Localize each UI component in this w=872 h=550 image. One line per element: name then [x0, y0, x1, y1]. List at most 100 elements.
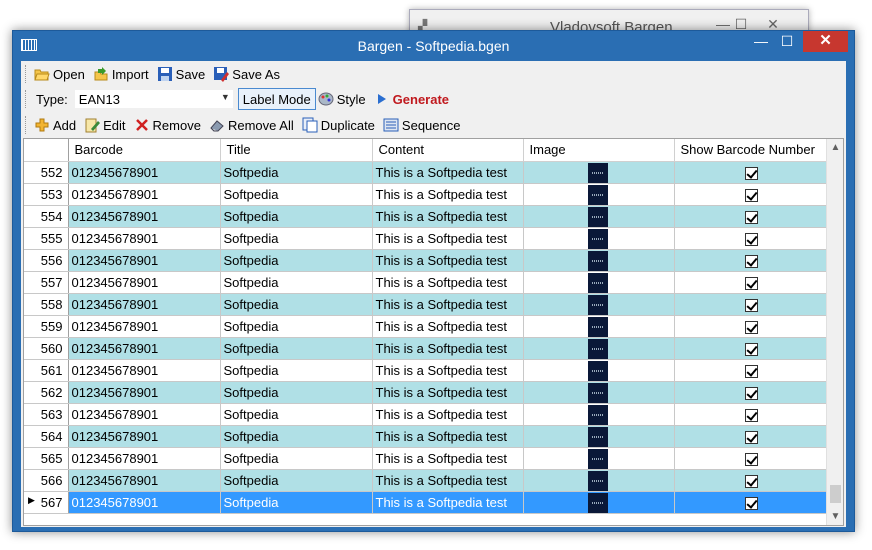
minimize-button[interactable]: —	[748, 31, 774, 53]
table-row[interactable]: ▶ 567 012345678901 Softpedia This is a Softp…	[24, 491, 829, 514]
cell-content[interactable]: This is a Softpedia test	[372, 491, 524, 514]
cell-content[interactable]: This is a Softpedia test	[372, 381, 524, 404]
table-row[interactable]: 566 012345678901 Softpedia This is a Softpe…	[24, 469, 829, 492]
row-number[interactable]: 565	[24, 447, 69, 470]
edit-button[interactable]: Edit	[82, 114, 129, 136]
save-button[interactable]: Save	[155, 63, 210, 85]
cell-barcode[interactable]: 012345678901	[68, 337, 221, 360]
row-number[interactable]: 557	[24, 271, 69, 294]
table-row[interactable]: 565 012345678901 Softpedia This is a Softpe…	[24, 447, 829, 470]
cell-barcode[interactable]: 012345678901	[68, 271, 221, 294]
cell-barcode[interactable]: 012345678901	[68, 359, 221, 382]
cell-title[interactable]: Softpedia	[220, 293, 373, 316]
add-button[interactable]: Add	[32, 114, 80, 136]
cell-show-barcode-number[interactable]	[674, 359, 829, 382]
cell-image[interactable]	[523, 205, 675, 228]
cell-title[interactable]: Softpedia	[220, 271, 373, 294]
checkbox-checked-icon[interactable]	[744, 298, 758, 312]
cell-barcode[interactable]: 012345678901	[68, 315, 221, 338]
cell-barcode[interactable]: 012345678901	[68, 425, 221, 448]
row-number[interactable]: 566	[24, 469, 69, 492]
row-number[interactable]: 564	[24, 425, 69, 448]
checkbox-checked-icon[interactable]	[744, 254, 758, 268]
cell-show-barcode-number[interactable]	[674, 491, 829, 514]
cell-barcode[interactable]: 012345678901	[68, 183, 221, 206]
open-button[interactable]: Open	[32, 63, 89, 85]
row-number[interactable]: 562	[24, 381, 69, 404]
cell-title[interactable]: Softpedia	[220, 403, 373, 426]
checkbox-checked-icon[interactable]	[744, 342, 758, 356]
cell-image[interactable]	[523, 359, 675, 382]
cell-content[interactable]: This is a Softpedia test	[372, 469, 524, 492]
checkbox-checked-icon[interactable]	[744, 408, 758, 422]
column-header-content[interactable]: Content	[372, 139, 524, 162]
checkbox-checked-icon[interactable]	[744, 166, 758, 180]
cell-content[interactable]: This is a Softpedia test	[372, 359, 524, 382]
cell-title[interactable]: Softpedia	[220, 337, 373, 360]
table-row[interactable]: 564 012345678901 Softpedia This is a Softpe…	[24, 425, 829, 448]
title-bar[interactable]: Bargen - Softpedia.bgen — ☐ ✕	[13, 31, 854, 61]
cell-image[interactable]	[523, 249, 675, 272]
label-mode-button[interactable]: Label Mode	[237, 88, 316, 110]
cell-image[interactable]	[523, 403, 675, 426]
row-number[interactable]: 554	[24, 205, 69, 228]
row-number[interactable]: 558	[24, 293, 69, 316]
cell-show-barcode-number[interactable]	[674, 205, 829, 228]
cell-title[interactable]: Softpedia	[220, 447, 373, 470]
row-number[interactable]: 556	[24, 249, 69, 272]
maximize-button[interactable]: ☐	[774, 31, 800, 53]
cell-show-barcode-number[interactable]	[674, 249, 829, 272]
close-button[interactable]: ✕	[803, 31, 848, 52]
cell-content[interactable]: This is a Softpedia test	[372, 403, 524, 426]
barcode-grid[interactable]: Barcode Title Content Image Show Barcode…	[23, 138, 844, 526]
cell-show-barcode-number[interactable]	[674, 469, 829, 492]
checkbox-checked-icon[interactable]	[744, 430, 758, 444]
checkbox-checked-icon[interactable]	[744, 452, 758, 466]
checkbox-checked-icon[interactable]	[744, 188, 758, 202]
cell-show-barcode-number[interactable]	[674, 337, 829, 360]
cell-image[interactable]	[523, 183, 675, 206]
cell-image[interactable]	[523, 271, 675, 294]
cell-barcode[interactable]: 012345678901	[68, 447, 221, 470]
table-row[interactable]: 553 012345678901 Softpedia This is a Softpe…	[24, 183, 829, 206]
cell-image[interactable]	[523, 161, 675, 184]
cell-title[interactable]: Softpedia	[220, 425, 373, 448]
table-row[interactable]: 554 012345678901 Softpedia This is a Softpe…	[24, 205, 829, 228]
sequence-button[interactable]: Sequence	[381, 114, 465, 136]
cell-image[interactable]	[523, 315, 675, 338]
vertical-scrollbar[interactable]: ▲ ▼	[826, 139, 843, 525]
cell-title[interactable]: Softpedia	[220, 249, 373, 272]
cell-barcode[interactable]: 012345678901	[68, 491, 221, 514]
cell-image[interactable]	[523, 469, 675, 492]
row-header-corner[interactable]	[24, 139, 69, 162]
row-number[interactable]: 561	[24, 359, 69, 382]
cell-barcode[interactable]: 012345678901	[68, 381, 221, 404]
cell-barcode[interactable]: 012345678901	[68, 205, 221, 228]
remove-button[interactable]: Remove	[132, 114, 205, 136]
cell-show-barcode-number[interactable]	[674, 183, 829, 206]
toolbar-grip[interactable]	[25, 90, 28, 108]
checkbox-checked-icon[interactable]	[744, 386, 758, 400]
cell-barcode[interactable]: 012345678901	[68, 403, 221, 426]
column-header-show-barcode-number[interactable]: Show Barcode Number	[674, 139, 829, 162]
checkbox-checked-icon[interactable]	[744, 496, 758, 510]
table-row[interactable]: 556 012345678901 Softpedia This is a Softpe…	[24, 249, 829, 272]
cell-image[interactable]	[523, 425, 675, 448]
cell-content[interactable]: This is a Softpedia test	[372, 249, 524, 272]
table-row[interactable]: 560 012345678901 Softpedia This is a Softpe…	[24, 337, 829, 360]
cell-content[interactable]: This is a Softpedia test	[372, 447, 524, 470]
column-header-title[interactable]: Title	[220, 139, 373, 162]
row-number[interactable]: 559	[24, 315, 69, 338]
scrollbar-thumb[interactable]	[830, 485, 841, 503]
remove-all-button[interactable]: Remove All	[207, 114, 298, 136]
cell-image[interactable]	[523, 491, 675, 514]
row-number[interactable]: ▶ 567	[24, 491, 69, 514]
checkbox-checked-icon[interactable]	[744, 210, 758, 224]
table-row[interactable]: 557 012345678901 Softpedia This is a Softpe…	[24, 271, 829, 294]
cell-show-barcode-number[interactable]	[674, 227, 829, 250]
checkbox-checked-icon[interactable]	[744, 364, 758, 378]
row-number[interactable]: 555	[24, 227, 69, 250]
import-button[interactable]: Import	[91, 63, 153, 85]
column-header-barcode[interactable]: Barcode	[68, 139, 221, 162]
type-select[interactable]: EAN13 ▼	[73, 89, 234, 109]
